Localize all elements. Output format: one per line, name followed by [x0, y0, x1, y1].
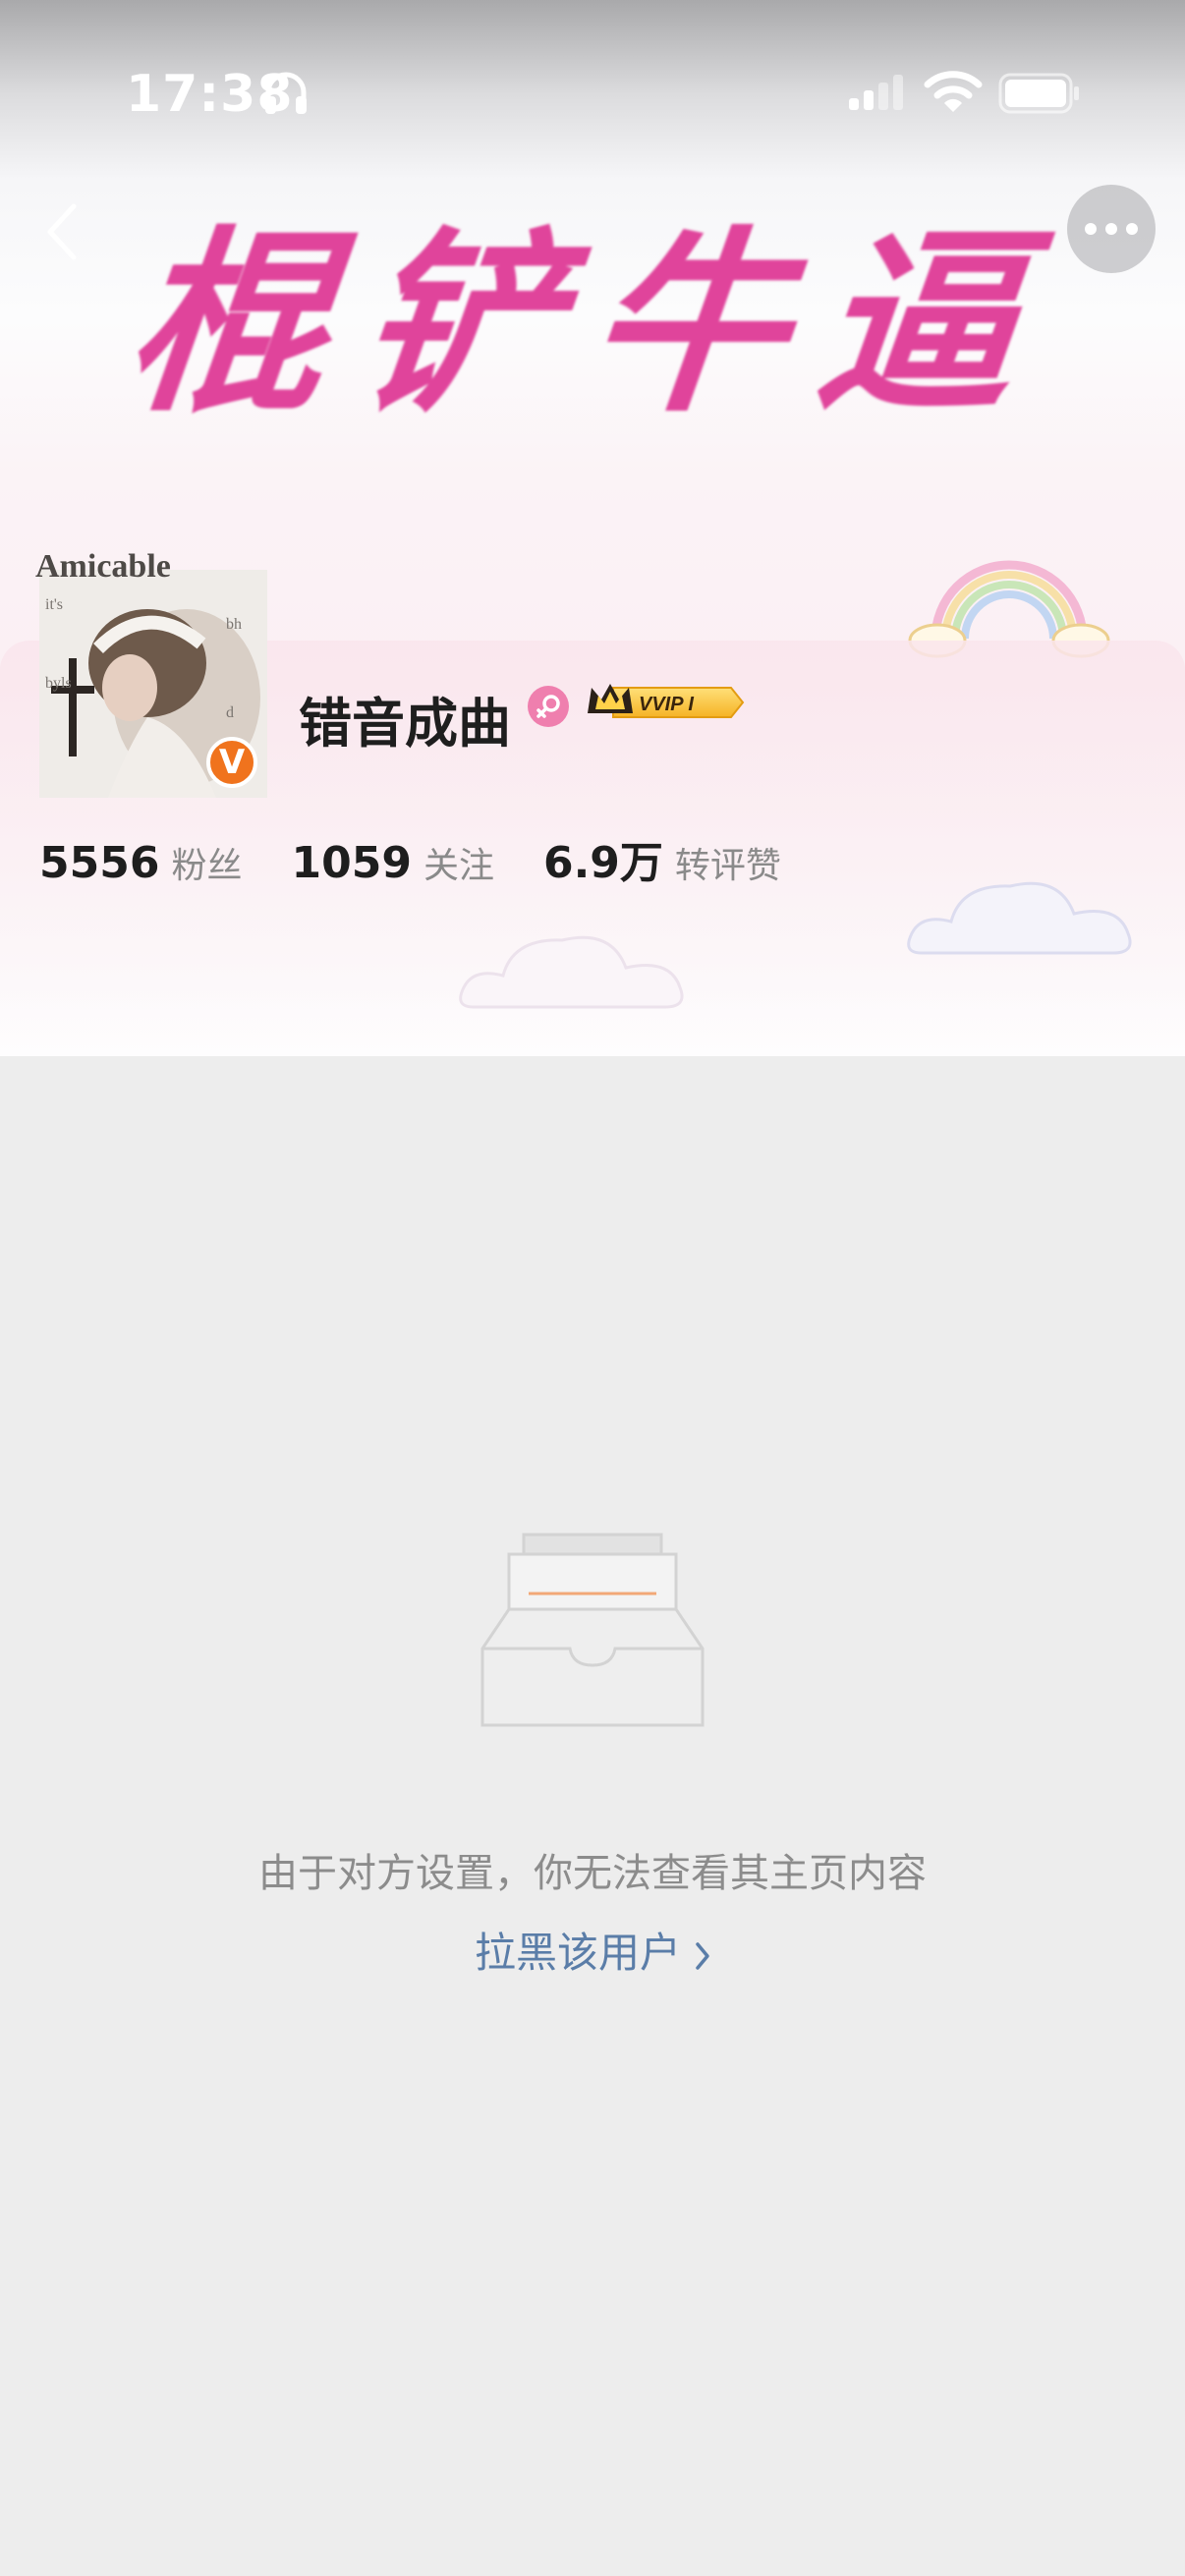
interactions-count: 6.9万 — [542, 838, 663, 888]
more-button[interactable] — [1067, 185, 1156, 273]
vip-badge[interactable]: VVIP I — [584, 680, 745, 725]
svg-text:d: d — [226, 704, 234, 721]
svg-text:bh: bh — [226, 616, 242, 633]
back-button[interactable] — [28, 193, 96, 271]
female-icon — [528, 686, 569, 727]
svg-text:byls: byls — [45, 675, 72, 692]
chevron-right-icon — [696, 1941, 709, 1970]
stat-following[interactable]: 1059 关注 — [291, 837, 493, 888]
interactions-label: 转评赞 — [674, 846, 781, 886]
following-count: 1059 — [291, 838, 412, 888]
block-user-link[interactable]: 拉黑该用户 — [0, 1920, 1185, 1980]
battery-icon — [998, 73, 1079, 114]
following-label: 关注 — [423, 846, 494, 886]
verified-badge: V — [206, 737, 257, 788]
followers-label: 粉丝 — [171, 846, 243, 886]
status-bar: 17:38 — [0, 0, 1185, 187]
cloud-decoration — [907, 881, 1132, 955]
profile-header: 17:38 棍铲牛逼 it's byls bh d Amicable V 错音成… — [0, 0, 1185, 1056]
cloud-decoration — [459, 935, 684, 1009]
signal-icon — [849, 75, 903, 110]
wifi-icon — [924, 71, 983, 112]
avatar[interactable]: it's byls bh d Amicable V — [29, 548, 269, 798]
stat-interactions[interactable]: 6.9万 转评赞 — [543, 827, 781, 890]
block-user-label: 拉黑该用户 — [474, 1929, 681, 1977]
cover-banner: 棍铲牛逼 — [118, 196, 1062, 452]
profile-stats: 5556 粉丝 1059 关注 6.9万 转评赞 — [39, 827, 830, 890]
stat-followers[interactable]: 5556 粉丝 — [39, 837, 242, 888]
svg-text:it's: it's — [45, 596, 63, 613]
banner-text: 棍铲牛逼 — [117, 208, 1062, 439]
followers-count: 5556 — [39, 838, 160, 888]
empty-inbox-icon — [480, 1533, 705, 1727]
avatar-caption: Amicable — [35, 548, 171, 585]
chevron-left-icon — [47, 203, 77, 260]
vip-label: VVIP I — [639, 694, 694, 715]
headphone-icon — [265, 72, 307, 114]
more-horizontal-icon — [1085, 223, 1138, 235]
username: 错音成曲 — [299, 693, 511, 755]
empty-state-message: 由于对方设置，你无法查看其主页内容 — [258, 1851, 927, 1896]
